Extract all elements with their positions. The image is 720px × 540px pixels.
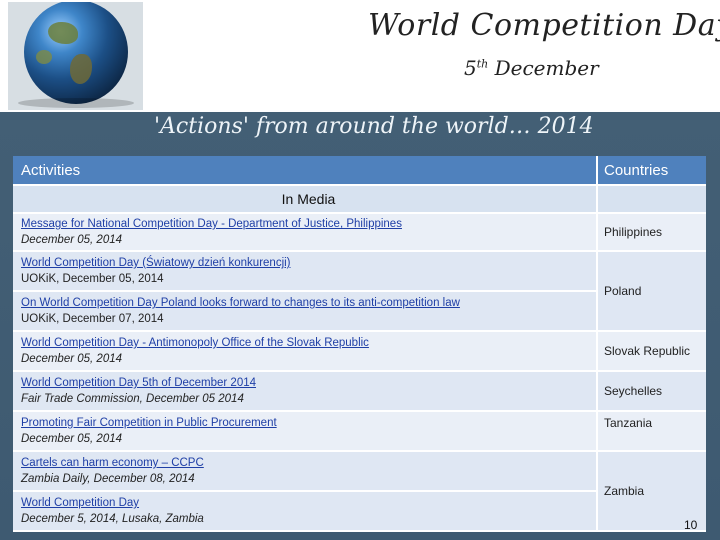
- activity-source: December 5, 2014, Lusaka, Zambia: [21, 513, 204, 525]
- activity-source: UOKiK, December 05, 2014: [21, 273, 164, 285]
- table-row: World Competition Day - Antimonopoly Off…: [13, 331, 706, 372]
- country-cell: Philippines: [596, 213, 706, 252]
- slide-date: 5th December: [464, 56, 599, 80]
- activity-source: December 05, 2014: [21, 433, 123, 445]
- activity-cell: World Competition Day - Antimonopoly Off…: [13, 331, 597, 372]
- section-label: In Media: [13, 185, 597, 214]
- activity-cell: World Competition Day December 5, 2014, L…: [13, 491, 597, 532]
- column-header-countries: Countries: [596, 156, 706, 186]
- table-row: World Competition Day 5th of December 20…: [13, 371, 706, 412]
- column-header-activities: Activities: [13, 156, 597, 186]
- activity-cell: World Competition Day (Światowy dzień ko…: [13, 251, 597, 292]
- activity-cell: World Competition Day 5th of December 20…: [13, 371, 597, 412]
- activity-link[interactable]: Promoting Fair Competition in Public Pro…: [21, 417, 277, 429]
- activity-cell: Message for National Competition Day - D…: [13, 213, 597, 252]
- activity-cell: Promoting Fair Competition in Public Pro…: [13, 411, 597, 452]
- activity-link[interactable]: World Competition Day 5th of December 20…: [21, 377, 256, 389]
- table-header-row: Activities Countries: [13, 156, 706, 186]
- country-cell: Poland: [596, 251, 706, 332]
- country-cell: Seychelles: [596, 371, 706, 412]
- country-cell: Slovak Republic: [596, 331, 706, 372]
- activity-link[interactable]: World Competition Day (Światowy dzień ko…: [21, 257, 291, 269]
- slide-title: World Competition Day: [368, 8, 720, 43]
- table-row: Cartels can harm economy – CCPC Zambia Da…: [13, 451, 706, 532]
- page-number: 10: [684, 518, 698, 532]
- country-cell: Tanzania: [596, 411, 706, 452]
- table-row: World Competition Day (Światowy dzień ko…: [13, 251, 706, 332]
- activity-link[interactable]: World Competition Day - Antimonopoly Off…: [21, 337, 369, 349]
- activity-link[interactable]: On World Competition Day Poland looks fo…: [21, 297, 460, 309]
- actions-table: Activities Countries In Media Message fo…: [13, 156, 706, 532]
- activity-source: December 05, 2014: [21, 234, 123, 246]
- activity-source: Zambia Daily, December 08, 2014: [21, 473, 195, 485]
- slide-header: World Competition Day 5th December: [0, 0, 720, 112]
- table-row: Message for National Competition Day - D…: [13, 213, 706, 252]
- slide-subtitle: 'Actions' from around the world… 2014: [154, 114, 594, 139]
- activity-link[interactable]: Message for National Competition Day - D…: [21, 218, 402, 230]
- activity-link[interactable]: World Competition Day: [21, 497, 139, 509]
- activity-source: UOKiK, December 07, 2014: [21, 313, 164, 325]
- activity-cell: On World Competition Day Poland looks fo…: [13, 291, 597, 332]
- table-row: Promoting Fair Competition in Public Pro…: [13, 411, 706, 452]
- activity-source: December 05, 2014: [21, 353, 123, 365]
- section-row: In Media: [13, 185, 706, 214]
- globe-image: [8, 2, 143, 110]
- activity-link[interactable]: Cartels can harm economy – CCPC: [21, 457, 204, 469]
- activity-source: Fair Trade Commission, December 05 2014: [21, 393, 244, 405]
- activity-cell: Cartels can harm economy – CCPC Zambia Da…: [13, 451, 597, 492]
